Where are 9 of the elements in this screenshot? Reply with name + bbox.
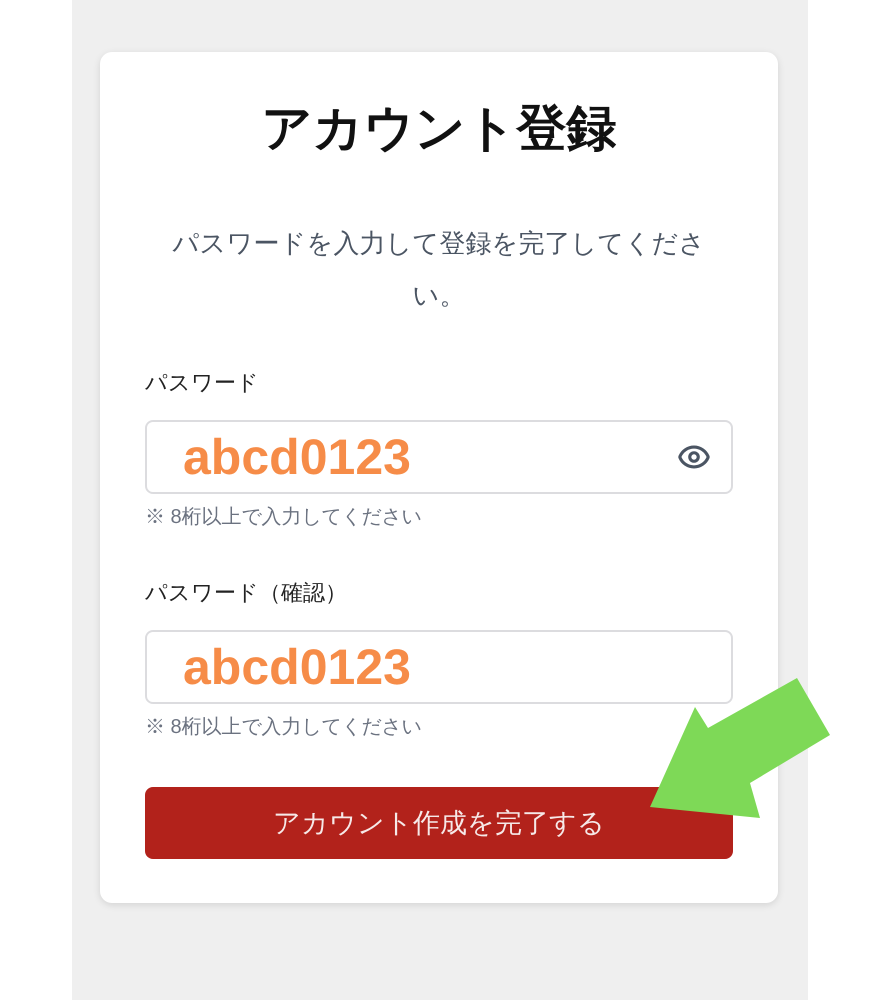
field-hint: ※ 8桁以上で入力してください — [145, 505, 423, 529]
password-field[interactable]: abcd0123 — [145, 420, 733, 494]
password-field[interactable]: abcd0123 — [145, 630, 733, 704]
page-title: アカウント登録 — [260, 99, 618, 158]
description-text: パスワードを入力して登録を完了してください。 — [172, 227, 706, 312]
field-label: パスワード — [145, 369, 260, 397]
field-hint: ※ 8桁以上で入力してください — [145, 715, 423, 739]
submit-button[interactable]: アカウント作成を完了する — [145, 787, 733, 859]
field-label: パスワード（確認） — [145, 579, 348, 607]
